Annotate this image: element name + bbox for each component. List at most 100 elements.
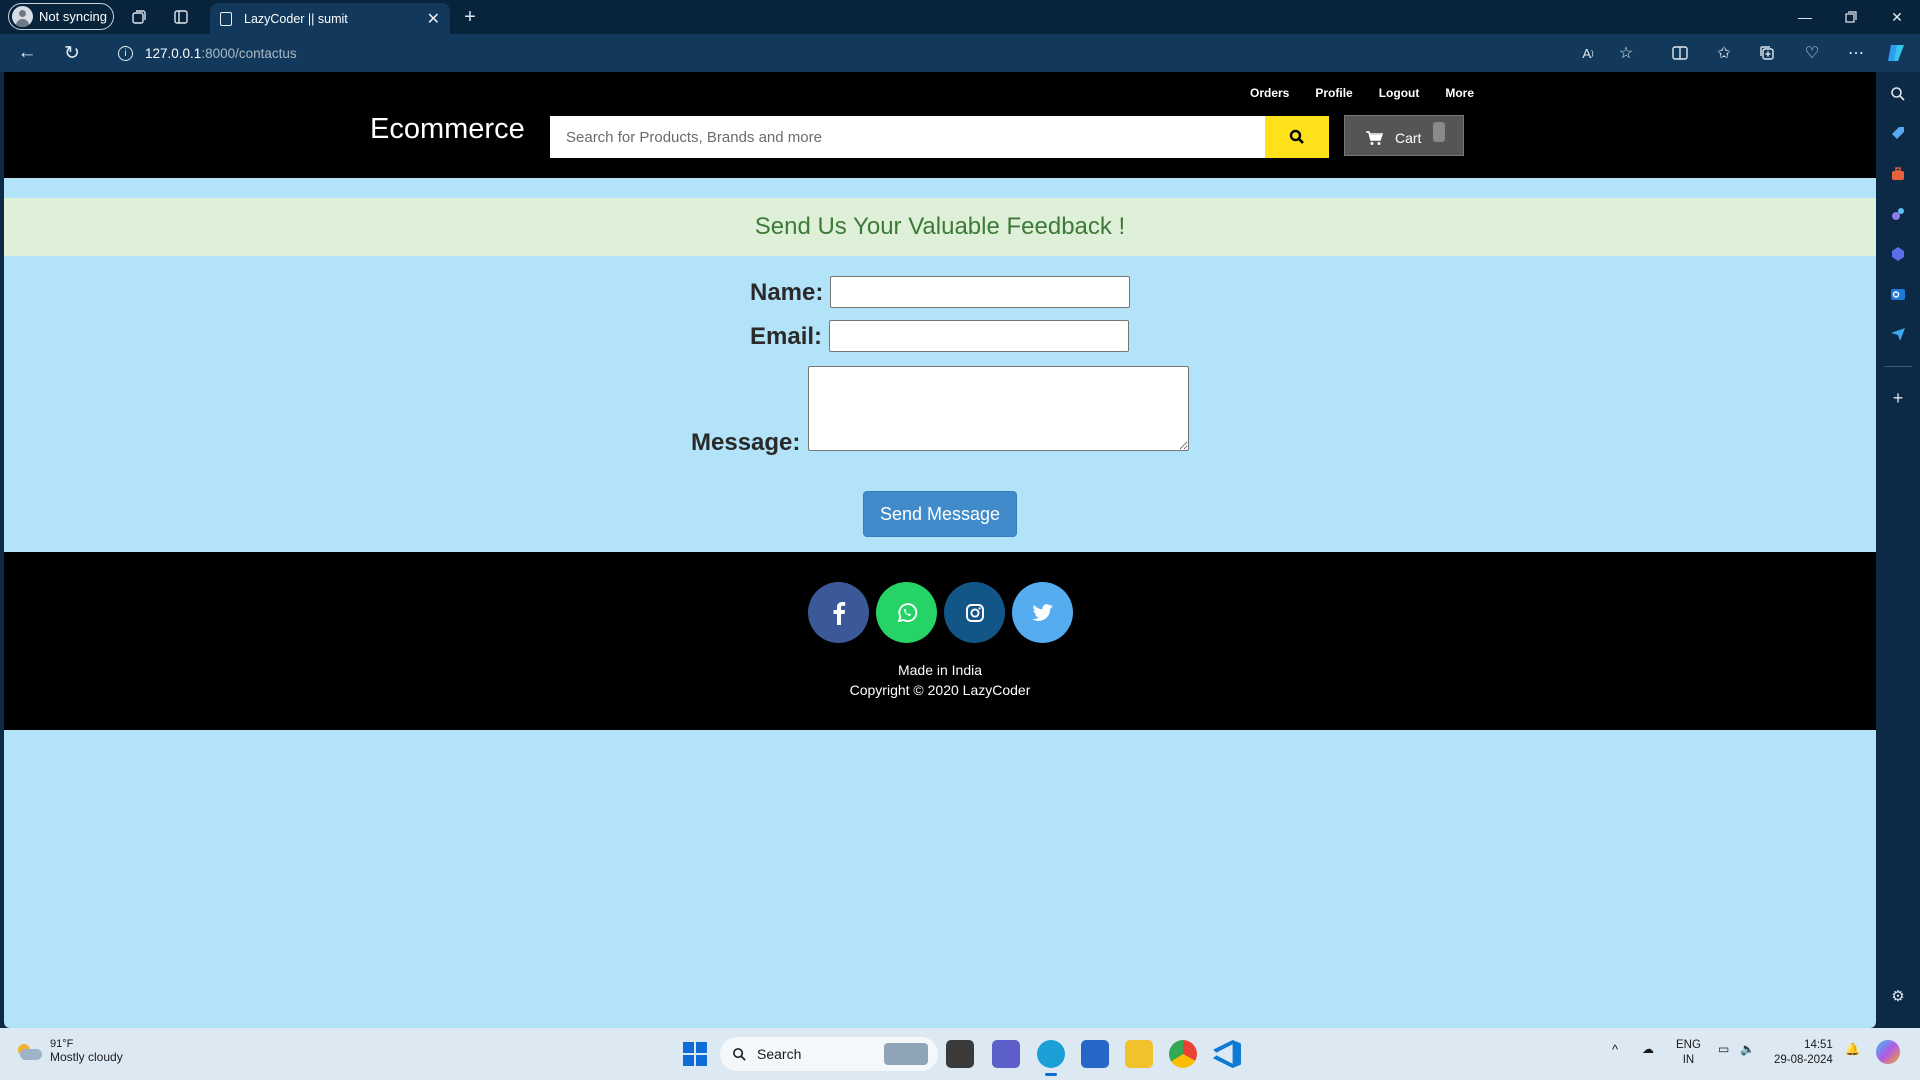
- cart-label: Cart: [1395, 130, 1422, 146]
- windows-start-icon[interactable]: [683, 1042, 707, 1066]
- edge-browser-app-icon[interactable]: [1037, 1040, 1065, 1076]
- sidebar-divider: [1884, 366, 1912, 367]
- nav-more-link[interactable]: More: [1445, 86, 1474, 100]
- chrome-app-icon[interactable]: [1169, 1040, 1197, 1068]
- vertical-tabs-icon[interactable]: [170, 6, 192, 28]
- restore-icon[interactable]: [1828, 4, 1874, 30]
- clock-date: 29-08-2024: [1774, 1054, 1833, 1066]
- made-in-text: Made in India: [897, 662, 983, 678]
- whatsapp-icon: [897, 602, 917, 622]
- shopping-tag-icon[interactable]: [1886, 122, 1910, 146]
- copilot-taskbar-icon[interactable]: [1876, 1040, 1900, 1064]
- site-logo[interactable]: Ecommerce: [370, 113, 525, 146]
- weather-widget[interactable]: 91°F Mostly cloudy: [16, 1038, 123, 1064]
- system-clock[interactable]: 14:51 29-08-2024: [1774, 1038, 1833, 1068]
- language-code: ENG: [1676, 1039, 1701, 1051]
- weather-temperature: 91°F: [50, 1038, 74, 1050]
- top-nav: Orders Profile Logout More: [1250, 86, 1500, 100]
- email-field[interactable]: [829, 320, 1129, 352]
- send-icon[interactable]: [1886, 322, 1910, 346]
- more-options-icon[interactable]: ⋯: [1844, 42, 1868, 64]
- favorites-icon[interactable]: ✩: [1712, 42, 1736, 64]
- product-search-input[interactable]: [550, 116, 1265, 158]
- facebook-icon: [833, 601, 845, 625]
- settings-gear-icon[interactable]: ⚙: [1886, 984, 1910, 1008]
- nav-logout-link[interactable]: Logout: [1379, 86, 1420, 100]
- copilot-icon[interactable]: [1884, 42, 1908, 64]
- network-icon[interactable]: ▭: [1718, 1042, 1729, 1056]
- windows-taskbar: 91°F Mostly cloudy Search ^ ☁ ENG IN ▭ 🔈…: [0, 1028, 1920, 1080]
- browser-toolbar: ← ↻ i 127.0.0.1:8000/contactus A) ☆ ✩ ♡ …: [0, 34, 1920, 72]
- name-label: Name:: [750, 279, 824, 306]
- close-tab-icon[interactable]: ✕: [427, 9, 440, 29]
- browser-sidebar: + ⚙: [1876, 72, 1920, 1028]
- favorite-star-icon[interactable]: ☆: [1614, 42, 1638, 64]
- email-label: Email:: [750, 323, 823, 350]
- back-icon[interactable]: ←: [14, 41, 40, 65]
- site-header: Orders Profile Logout More Ecommerce Car…: [4, 72, 1876, 178]
- cloud-sync-icon[interactable]: ☁: [1642, 1042, 1654, 1056]
- nav-profile-link[interactable]: Profile: [1315, 86, 1352, 100]
- collections-icon[interactable]: [1755, 42, 1779, 64]
- minimize-icon[interactable]: —: [1782, 4, 1828, 30]
- feedback-banner: Send Us Your Valuable Feedback !: [4, 198, 1876, 256]
- browser-essentials-icon[interactable]: ♡: [1800, 42, 1824, 64]
- message-label: Message:: [691, 429, 801, 456]
- search-icon: [1289, 129, 1304, 144]
- store-app-icon[interactable]: [1081, 1040, 1109, 1068]
- url-path: :8000/contactus: [201, 45, 297, 61]
- workspaces-icon[interactable]: [128, 6, 150, 28]
- tools-icon[interactable]: [1886, 162, 1910, 186]
- search-icon[interactable]: [1886, 82, 1910, 106]
- partly-cloudy-icon: [16, 1042, 42, 1060]
- notification-bell-icon[interactable]: 🔔: [1845, 1042, 1860, 1056]
- site-footer: Made in India Copyright © 2020 LazyCoder: [4, 552, 1876, 730]
- send-message-button[interactable]: Send Message: [863, 491, 1017, 537]
- facebook-button[interactable]: [808, 582, 869, 643]
- search-button[interactable]: [1265, 116, 1329, 158]
- profile-button[interactable]: Not syncing: [8, 3, 114, 30]
- file-explorer-app-icon[interactable]: [946, 1040, 974, 1068]
- name-field[interactable]: [830, 276, 1130, 308]
- volume-icon[interactable]: 🔈: [1740, 1042, 1755, 1056]
- tab-lazycoder[interactable]: LazyCoder || sumit ✕: [210, 3, 450, 34]
- teams-meet-app-icon[interactable]: [992, 1040, 1020, 1068]
- message-textarea[interactable]: [808, 366, 1189, 451]
- site-info-icon[interactable]: i: [118, 45, 133, 61]
- refresh-icon[interactable]: ↻: [59, 41, 85, 65]
- vscode-app-icon[interactable]: [1213, 1040, 1241, 1068]
- cart-button[interactable]: Cart: [1344, 115, 1464, 156]
- clock-time: 14:51: [1804, 1039, 1833, 1051]
- shopping-cart-icon: [1366, 131, 1383, 145]
- copyright-text: Copyright © 2020 LazyCoder: [849, 682, 1031, 698]
- new-tab-icon[interactable]: +: [459, 6, 481, 28]
- microsoft-365-icon[interactable]: [1886, 242, 1910, 266]
- twitter-button[interactable]: [1012, 582, 1073, 643]
- url-host: 127.0.0.1: [145, 45, 202, 61]
- folder-app-icon[interactable]: [1125, 1040, 1153, 1068]
- address-bar[interactable]: i 127.0.0.1:8000/contactus: [102, 38, 1642, 68]
- nav-orders-link[interactable]: Orders: [1250, 86, 1289, 100]
- page-icon: [220, 11, 232, 26]
- instagram-button[interactable]: [944, 582, 1005, 643]
- search-icon: [733, 1047, 746, 1061]
- tab-title: LazyCoder || sumit: [244, 11, 348, 26]
- add-icon[interactable]: +: [1886, 386, 1910, 410]
- show-hidden-icons-icon[interactable]: ^: [1612, 1042, 1618, 1057]
- profile-status-label: Not syncing: [39, 9, 107, 24]
- language-indicator[interactable]: ENG IN: [1676, 1038, 1701, 1068]
- browser-tab-strip: Not syncing LazyCoder || sumit ✕ + — ✕: [0, 0, 1920, 34]
- split-screen-icon[interactable]: [1668, 42, 1692, 64]
- read-aloud-icon[interactable]: A): [1576, 42, 1600, 64]
- taskbar-search[interactable]: Search: [720, 1037, 938, 1071]
- cart-count-badge: [1433, 122, 1445, 142]
- weather-description: Mostly cloudy: [50, 1050, 123, 1064]
- games-icon[interactable]: [1886, 202, 1910, 226]
- taskbar-search-label: Search: [757, 1046, 802, 1062]
- close-window-icon[interactable]: ✕: [1874, 4, 1920, 30]
- page-viewport: Orders Profile Logout More Ecommerce Car…: [4, 72, 1876, 1028]
- twitter-icon: [1031, 603, 1053, 621]
- search-highlight-image: [884, 1043, 928, 1065]
- outlook-icon[interactable]: [1886, 282, 1910, 306]
- whatsapp-button[interactable]: [876, 582, 937, 643]
